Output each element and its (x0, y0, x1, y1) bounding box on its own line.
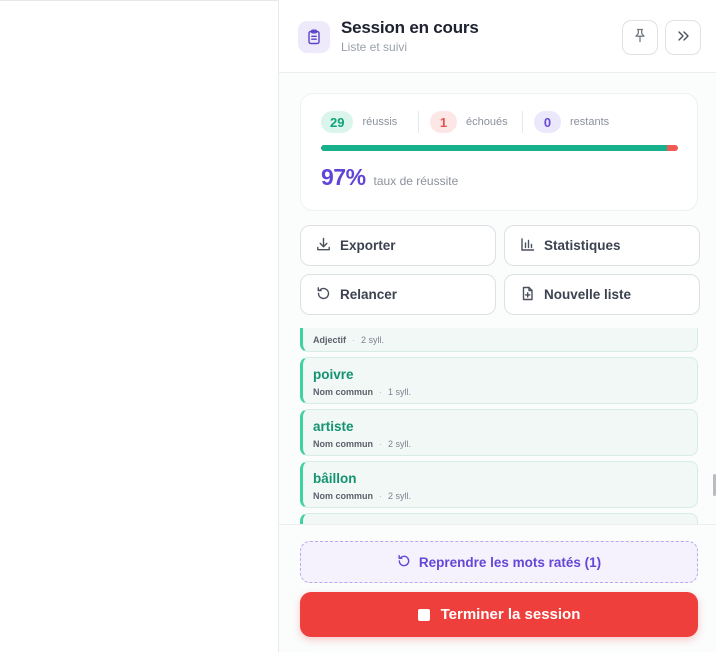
word-type: Adjectif (313, 335, 347, 345)
download-icon (316, 237, 340, 255)
failed-label: échoués (466, 116, 508, 128)
word-text: artiste (313, 419, 354, 434)
success-label: réussis (362, 116, 398, 128)
list-item[interactable]: poivre Nom commun · 1 syll. (300, 357, 698, 404)
restart-label: Relancer (340, 287, 398, 302)
word-text: poivre (313, 367, 354, 382)
footer-divider (279, 524, 716, 525)
list-item[interactable]: artiste Nom commun · 2 syll. (300, 409, 698, 456)
collapse-panel-button[interactable] (665, 20, 701, 55)
panel-header: Session en cours Liste et suivi (279, 0, 716, 73)
success-rate-value: 97% (321, 164, 366, 190)
success-progress-bar (321, 145, 678, 151)
failed-stat: 1 échoués (430, 111, 508, 133)
stat-divider (522, 111, 523, 133)
success-count: 29 (321, 111, 354, 133)
pin-button[interactable] (622, 20, 658, 55)
new-list-label: Nouvelle liste (544, 287, 632, 302)
retry-failed-words-button[interactable]: Reprendre les mots ratés (1) (300, 541, 698, 583)
end-session-label: Terminer la session (440, 606, 581, 623)
stat-divider (418, 111, 419, 133)
success-rate: 97% taux de réussite (321, 164, 458, 191)
rotate-ccw-icon (397, 554, 419, 571)
word-syllables: 2 syll. (361, 335, 385, 345)
restart-button[interactable]: Relancer (300, 274, 496, 315)
list-item[interactable] (300, 513, 698, 524)
word-syllables: 2 syll. (388, 439, 412, 449)
word-text: bâillon (313, 471, 357, 486)
list-item[interactable]: Adjectif · 2 syll. (300, 328, 698, 352)
word-meta: Adjectif · 2 syll. (313, 335, 385, 345)
word-type: Nom commun (313, 491, 374, 501)
success-rate-label: taux de réussite (373, 174, 459, 188)
remaining-count: 0 (534, 111, 561, 133)
bar-chart-icon (520, 237, 544, 255)
word-meta: Nom commun · 1 syll. (313, 387, 412, 397)
word-list[interactable]: Adjectif · 2 syll. poivre Nom commun · 1… (300, 328, 698, 524)
word-meta: Nom commun · 2 syll. (313, 491, 412, 501)
success-stat: 29 réussis (321, 111, 398, 133)
export-button[interactable]: Exporter (300, 225, 496, 266)
word-syllables: 2 syll. (388, 491, 412, 501)
pin-icon (633, 28, 647, 48)
rotate-ccw-icon (316, 286, 340, 304)
export-label: Exporter (340, 238, 396, 253)
word-type: Nom commun (313, 387, 374, 397)
retry-failed-words-label: Reprendre les mots ratés (1) (418, 554, 602, 570)
panel-title: Session en cours (341, 18, 479, 37)
stats-card: 29 réussis 1 échoués 0 restants 97% taux… (300, 93, 698, 211)
clipboard-icon (298, 21, 330, 53)
statistics-label: Statistiques (544, 238, 621, 253)
remaining-stat: 0 restants (534, 111, 610, 133)
new-list-button[interactable]: Nouvelle liste (504, 274, 700, 315)
word-type: Nom commun (313, 439, 374, 449)
stop-icon (417, 608, 430, 621)
success-progress-fill (321, 145, 668, 151)
double-chevron-right-icon (676, 29, 690, 47)
word-syllables: 1 syll. (388, 387, 412, 397)
session-panel: Session en cours Liste et suivi 29 réuss… (278, 0, 716, 652)
failed-count: 1 (430, 111, 457, 133)
remaining-label: restants (570, 116, 610, 128)
statistics-button[interactable]: Statistiques (504, 225, 700, 266)
list-item[interactable]: bâillon Nom commun · 2 syll. (300, 461, 698, 508)
word-meta: Nom commun · 2 syll. (313, 439, 412, 449)
top-divider (0, 0, 278, 1)
panel-subtitle: Liste et suivi (341, 40, 408, 54)
end-session-button[interactable]: Terminer la session (300, 592, 698, 637)
file-plus-icon (520, 286, 544, 304)
